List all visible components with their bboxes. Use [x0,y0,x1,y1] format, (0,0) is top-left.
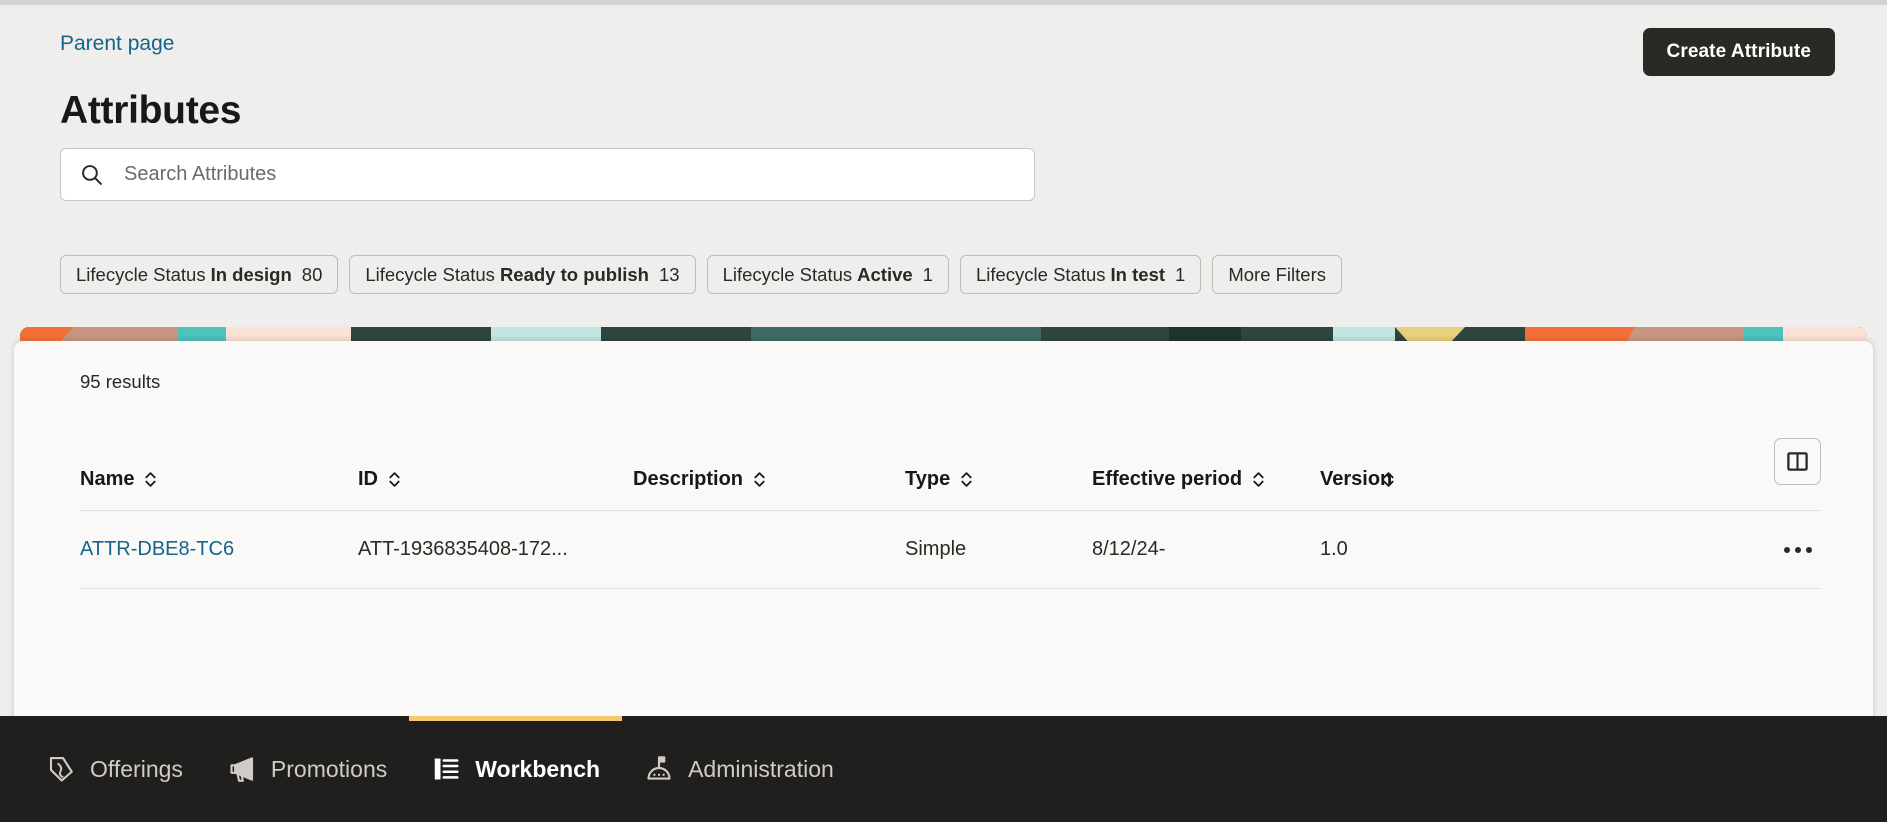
cell-name: ATTR-DBE8-TC6 [80,538,358,561]
attribute-name-link[interactable]: ATTR-DBE8-TC6 [80,538,234,560]
column-header-version[interactable]: Version [1320,466,1430,492]
filter-chips: Lifecycle Status In design 80 Lifecycle … [60,255,1847,294]
page-content: Parent page Create Attribute Attributes … [0,5,1887,822]
cell-id: ATT-1936835408-172... [358,538,568,560]
chip-count: 80 [301,263,323,285]
chip-label: Lifecycle Status [975,263,1106,285]
column-label: Version [1320,468,1393,490]
sort-updown-icon [961,472,972,487]
table-row[interactable]: ATTR-DBE8-TC6 ATT-1936835408-172... Simp… [80,511,1821,589]
chip-label: Lifecycle Status [722,263,853,285]
chip-value: In design [210,263,292,285]
chip-count: 1 [922,263,933,285]
sort-updown-icon [1383,472,1394,487]
list-icon [431,754,461,784]
dot [1806,546,1812,553]
column-header-name[interactable]: Name [80,466,358,492]
dot [1784,546,1790,553]
chip-count: 13 [658,263,680,285]
column-label: Name [80,468,135,490]
chip-count: 1 [1175,263,1186,285]
nav-item-workbench[interactable]: Workbench [409,716,622,822]
cell-effective-period: 8/12/24- [1092,538,1166,560]
more-filters-button[interactable]: More Filters [1212,255,1342,294]
tag-icon [46,754,76,784]
filter-chip-in-test[interactable]: Lifecycle Status In test 1 [959,255,1202,294]
results-count: 95 results [80,371,161,392]
table-header-row: Name ID Description Type Effective perio… [80,466,1821,511]
column-label: Description [633,468,744,490]
cell-actions [1430,532,1821,568]
chip-value: Active [857,263,913,285]
chip-value: In test [1110,263,1166,285]
nav-label: Administration [688,755,834,782]
search-box[interactable] [60,148,1035,201]
nav-label: Workbench [475,755,601,782]
create-attribute-button[interactable]: Create Attribute [1642,28,1835,76]
megaphone-icon [227,754,257,784]
column-label: Type [905,468,951,490]
page-title: Attributes [60,89,242,132]
column-header-id[interactable]: ID [358,466,633,492]
sort-updown-icon [389,472,400,487]
column-label: ID [358,468,378,490]
filter-chip-active[interactable]: Lifecycle Status Active 1 [706,255,949,294]
column-header-type[interactable]: Type [905,466,1092,492]
sort-updown-icon [754,472,765,487]
attributes-table: Name ID Description Type Effective perio… [80,466,1821,589]
filter-chip-ready-to-publish[interactable]: Lifecycle Status Ready to publish 13 [349,255,696,294]
filter-chip-in-design[interactable]: Lifecycle Status In design 80 [60,255,339,294]
search-input[interactable] [104,149,1034,200]
sort-updown-icon [145,472,157,487]
chip-label: Lifecycle Status [76,263,206,285]
nav-item-administration[interactable]: Administration [622,716,856,822]
column-header-description[interactable]: Description [633,466,905,492]
column-header-effective-period[interactable]: Effective period [1092,466,1320,492]
more-options-icon[interactable] [1775,532,1821,568]
cell-version: 1.0 [1320,538,1348,560]
bottom-navigation: Offerings Promotions Workbench Administr… [0,716,1887,822]
page-header: Parent page Create Attribute [0,28,1887,88]
nav-item-offerings[interactable]: Offerings [24,716,205,822]
chip-value: Ready to publish [499,263,649,285]
gauge-icon [644,754,674,784]
dot [1795,546,1801,553]
app-page: Parent page Create Attribute Attributes … [0,0,1887,822]
sort-updown-icon [1253,472,1264,487]
column-label: Effective period [1092,468,1243,490]
breadcrumb-parent-page[interactable]: Parent page [60,28,174,60]
search-icon [79,162,104,187]
nav-label: Promotions [270,755,388,782]
nav-label: Offerings [90,755,183,782]
nav-item-promotions[interactable]: Promotions [205,716,409,822]
chip-label: Lifecycle Status [365,263,495,285]
cell-type: Simple [905,538,967,560]
